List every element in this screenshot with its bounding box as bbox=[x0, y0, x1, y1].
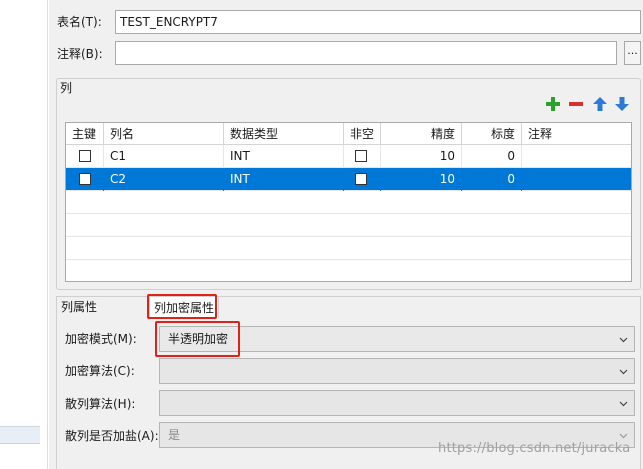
add-icon[interactable] bbox=[545, 96, 561, 112]
not-null-cell[interactable] bbox=[344, 168, 381, 191]
pk-checkbox[interactable] bbox=[79, 173, 91, 185]
header-column-name[interactable]: 列名 bbox=[104, 123, 224, 145]
columns-table-header: 主键 列名 数据类型 非空 精度 标度 注释 bbox=[66, 123, 631, 145]
name-cell[interactable]: C1 bbox=[104, 145, 224, 168]
header-data-type[interactable]: 数据类型 bbox=[224, 123, 344, 145]
type-cell[interactable]: INT bbox=[224, 145, 344, 168]
comment-input[interactable] bbox=[115, 41, 617, 65]
move-down-icon[interactable] bbox=[614, 96, 630, 112]
table-design-dialog: 表名(T): TEST_ENCRYPT7 注释(B): ... 列 主键 列名 … bbox=[49, 0, 643, 469]
table-row-empty[interactable] bbox=[66, 191, 631, 214]
header-scale[interactable]: 标度 bbox=[462, 123, 522, 145]
hash-salt-value: 是 bbox=[168, 428, 181, 442]
not-null-checkbox[interactable] bbox=[355, 150, 367, 162]
header-precision[interactable]: 精度 bbox=[381, 123, 462, 145]
table-row-empty[interactable] bbox=[66, 260, 631, 281]
header-not-null[interactable]: 非空 bbox=[344, 123, 381, 145]
header-primary-key[interactable]: 主键 bbox=[66, 123, 104, 145]
chevron-down-icon bbox=[619, 337, 628, 343]
table-row-empty[interactable] bbox=[66, 237, 631, 260]
scale-cell[interactable]: 0 bbox=[462, 168, 522, 191]
table-name-input[interactable]: TEST_ENCRYPT7 bbox=[115, 10, 641, 34]
remove-icon[interactable] bbox=[568, 96, 584, 112]
precision-cell[interactable]: 10 bbox=[381, 145, 462, 168]
encrypt-algorithm-label: 加密算法(C): bbox=[65, 364, 135, 378]
columns-table: 主键 列名 数据类型 非空 精度 标度 注释 C1 INT 10 0 C2 IN… bbox=[65, 122, 632, 282]
tab-column-properties[interactable]: 列属性 bbox=[57, 296, 101, 318]
left-pane bbox=[0, 0, 48, 469]
chevron-down-icon bbox=[619, 401, 628, 407]
not-null-cell[interactable] bbox=[344, 145, 381, 168]
move-up-icon[interactable] bbox=[592, 96, 608, 112]
not-null-checkbox[interactable] bbox=[355, 173, 367, 185]
table-name-label: 表名(T): bbox=[57, 15, 102, 29]
encrypt-mode-label: 加密模式(M): bbox=[65, 332, 137, 346]
pk-cell[interactable] bbox=[66, 145, 104, 168]
mode-highlight-box bbox=[155, 321, 240, 357]
tab-highlight-box bbox=[147, 294, 217, 319]
hash-algorithm-label: 散列算法(H): bbox=[65, 397, 136, 411]
pk-cell[interactable] bbox=[66, 168, 104, 191]
table-row-empty[interactable] bbox=[66, 214, 631, 237]
name-cell[interactable]: C2 bbox=[104, 168, 224, 191]
comment-cell[interactable] bbox=[522, 168, 631, 191]
chevron-down-icon bbox=[619, 433, 628, 439]
chevron-down-icon bbox=[619, 369, 628, 375]
encrypt-algorithm-select[interactable] bbox=[159, 358, 635, 384]
pk-checkbox[interactable] bbox=[79, 150, 91, 162]
table-row-selected[interactable]: C2 INT 10 0 bbox=[66, 168, 631, 191]
watermark-text: https://blog.csdn.net/juracka bbox=[438, 441, 631, 456]
comment-label: 注释(B): bbox=[57, 47, 103, 61]
header-comment[interactable]: 注释 bbox=[522, 123, 631, 145]
columns-group-title: 列 bbox=[59, 79, 74, 96]
table-row[interactable]: C1 INT 10 0 bbox=[66, 145, 631, 168]
type-cell[interactable]: INT bbox=[224, 168, 344, 191]
comment-cell[interactable] bbox=[522, 145, 631, 168]
precision-cell[interactable]: 10 bbox=[381, 168, 462, 191]
hash-algorithm-select[interactable] bbox=[159, 390, 635, 416]
hash-salt-label: 散列是否加盐(A): bbox=[65, 429, 159, 443]
comment-browse-button[interactable]: ... bbox=[624, 41, 641, 65]
scale-cell[interactable]: 0 bbox=[462, 145, 522, 168]
left-pane-selected-strip bbox=[0, 426, 40, 444]
